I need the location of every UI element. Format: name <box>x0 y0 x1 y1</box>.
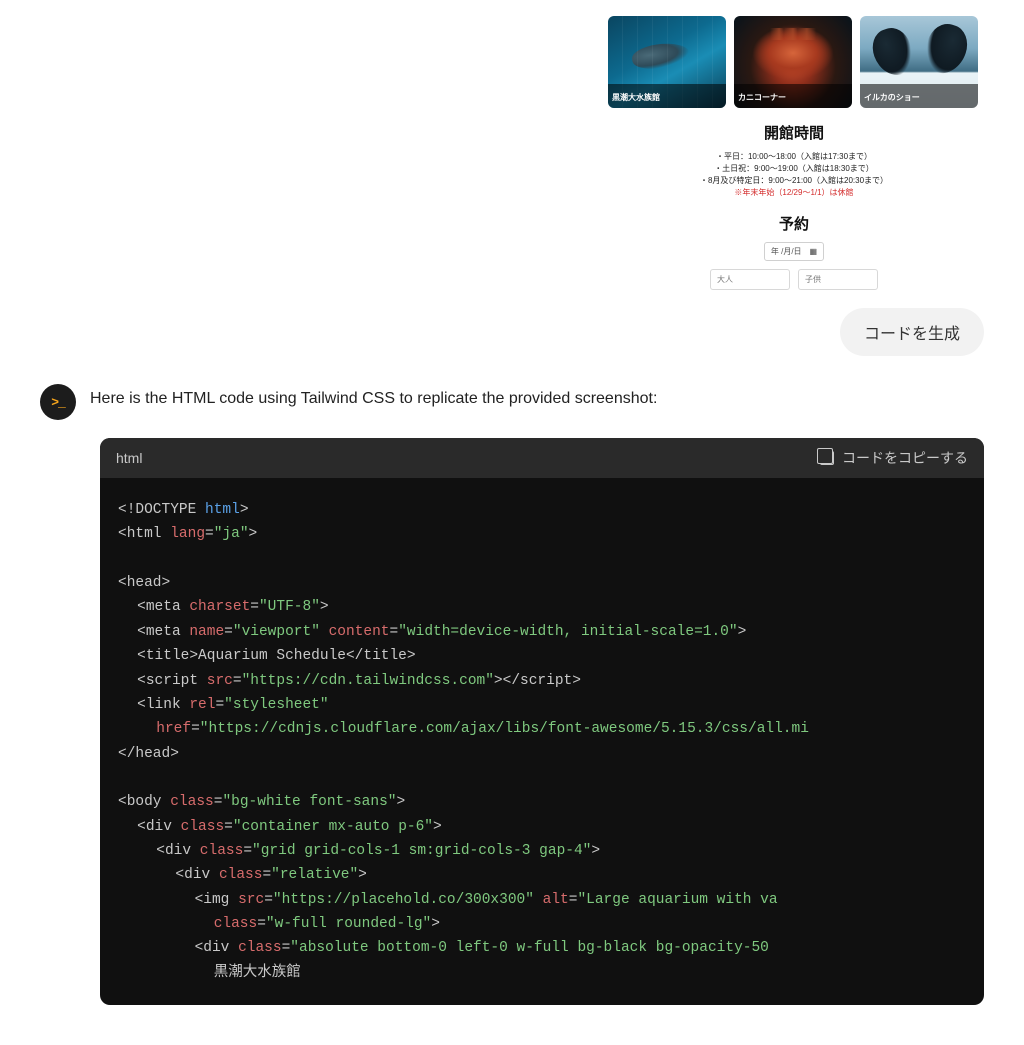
card-caption: 黒潮大水族館 <box>612 93 660 102</box>
child-placeholder: 子供 <box>805 275 821 284</box>
assistant-avatar: >_ <box>40 384 76 420</box>
date-input[interactable]: 年 /月/日 ▦ <box>764 242 824 261</box>
closed-line: ※年末年始（12/29～1/1）は休館 <box>608 187 980 199</box>
hours-text: ・平日：10:00～18:00（入館は17:30まで） ・土日祝：9:00～19… <box>608 151 980 199</box>
child-field[interactable]: 子供 <box>798 269 878 290</box>
card-row: 黒潮大水族館 カニコーナー イルカのショー <box>608 16 980 108</box>
code-body[interactable]: <!DOCTYPE html><html lang="ja"> <head><m… <box>100 478 984 1005</box>
hours-line: ・土日祝：9:00～19:00（入館は18:30まで） <box>608 163 980 175</box>
adult-field[interactable]: 大人 <box>710 269 790 290</box>
adult-placeholder: 大人 <box>717 275 733 284</box>
copy-icon <box>820 451 834 465</box>
hours-line: ・平日：10:00～18:00（入館は17:30まで） <box>608 151 980 163</box>
copy-code-button[interactable]: コードをコピーする <box>820 448 968 468</box>
card-crab: カニコーナー <box>734 16 852 108</box>
copy-label: コードをコピーする <box>842 448 968 468</box>
hours-line: ・8月及び特定日：9:00～21:00（入館は20:30まで） <box>608 175 980 187</box>
assistant-intro-text: Here is the HTML code using Tailwind CSS… <box>90 384 657 408</box>
hours-title: 開館時間 <box>608 122 980 143</box>
card-kuroshio: 黒潮大水族館 <box>608 16 726 108</box>
reserve-title: 予約 <box>608 213 980 234</box>
preview-panel: 黒潮大水族館 カニコーナー イルカのショー 開館時間 ・平日：10:00～18:… <box>40 0 984 294</box>
date-placeholder: 年 /月/日 <box>771 246 802 257</box>
generate-code-button[interactable]: コードを生成 <box>840 308 984 356</box>
card-dolphin: イルカのショー <box>860 16 978 108</box>
code-lang-label: html <box>116 450 142 466</box>
calendar-icon: ▦ <box>810 247 818 256</box>
card-caption: イルカのショー <box>864 93 920 102</box>
card-caption: カニコーナー <box>738 93 786 102</box>
code-block: html コードをコピーする <!DOCTYPE html><html lang… <box>100 438 984 1005</box>
prompt-icon: >_ <box>51 395 65 410</box>
